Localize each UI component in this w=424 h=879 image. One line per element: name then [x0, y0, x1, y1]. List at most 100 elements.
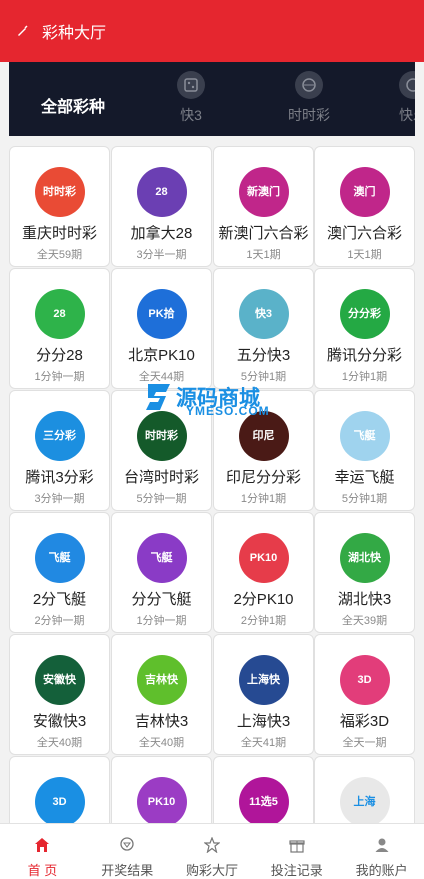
game-card[interactable]: 上海快 上海快3 全天41期 — [213, 634, 314, 755]
game-card[interactable]: 吉林快吉林快3 全天40期 — [111, 634, 212, 755]
home-icon — [33, 836, 51, 854]
nav-label: 购彩大厅 — [185, 863, 238, 878]
watermark-sub: YMESO.COM — [186, 404, 270, 418]
game-card[interactable]: 三分彩腾讯3分彩 3分钟一期 — [9, 390, 110, 511]
game-logo-icon: 新澳门 — [238, 167, 289, 217]
tab-label: 时时彩 — [288, 107, 330, 123]
nav-label: 投注记录 — [270, 863, 323, 878]
user-icon — [373, 836, 391, 854]
nav-label: 我的账户 — [355, 863, 408, 878]
page-title: 彩种大厅 — [42, 25, 107, 42]
tab-k3[interactable]: 快3 — [161, 71, 221, 125]
dice-icon — [177, 71, 205, 99]
game-logo-icon: 吉林快 — [136, 655, 187, 705]
ball-icon — [399, 71, 415, 99]
game-card[interactable]: PK10 2分PK10 2分钟1期 — [213, 512, 314, 633]
game-period: 1分钟1期 — [240, 493, 287, 505]
game-name: 澳门六合彩 — [326, 225, 402, 242]
game-name: 安徽快3 — [32, 713, 87, 730]
game-card[interactable]: 28 加拿大28 3分半一期 — [111, 146, 212, 267]
game-card[interactable]: 3D 福彩3D 全天一期 — [314, 634, 415, 755]
brush-icon[interactable] — [14, 23, 30, 39]
game-card[interactable]: 时时彩 重庆时时彩 全天59期 — [9, 146, 110, 267]
nav-label: 开奖结果 — [101, 863, 154, 878]
star-icon — [203, 836, 221, 854]
game-name: 台湾时时彩 — [123, 469, 199, 486]
game-period: 5分钟一期 — [136, 493, 187, 505]
game-period: 2分钟1期 — [240, 615, 287, 627]
ball-icon — [295, 71, 323, 99]
game-period: 全天40期 — [138, 737, 185, 749]
game-name: 幸运飞艇 — [334, 469, 395, 486]
game-name: 重庆时时彩 — [21, 225, 97, 242]
nav-results[interactable]: 开奖结果 — [85, 824, 170, 879]
game-period: 3分钟一期 — [34, 493, 85, 505]
tab-all-games[interactable]: 全部彩种 — [41, 93, 105, 117]
tab-label: 快乐 — [399, 107, 415, 123]
gift-icon — [288, 836, 306, 854]
game-card[interactable]: 飞艇 2分飞艇 2分钟一期 — [9, 512, 110, 633]
game-card[interactable]: 28 分分28 1分钟一期 — [9, 268, 110, 389]
game-logo-icon: 飞艇 — [136, 533, 187, 583]
game-logo-icon: PK10 — [136, 777, 187, 827]
game-logo-icon: 时时彩 — [34, 167, 85, 217]
game-period: 2分钟一期 — [34, 615, 85, 627]
game-card[interactable]: 飞艇幸运飞艇 5分钟1期 — [314, 390, 415, 511]
game-card[interactable]: 安徽快安徽快3 全天40期 — [9, 634, 110, 755]
game-logo-icon: 印尼 — [238, 411, 289, 461]
app-header: 彩种大厅 — [0, 0, 424, 62]
game-period: 3分半一期 — [136, 249, 187, 261]
game-card[interactable]: 快3 五分快3 5分钟1期 — [213, 268, 314, 389]
game-logo-icon: 28 — [34, 289, 85, 339]
game-name: 吉林快3 — [134, 713, 189, 730]
game-period: 全天一期 — [342, 737, 387, 749]
game-logo-icon: 飞艇 — [339, 411, 390, 461]
game-card[interactable]: 澳门 澳门六合彩 1天1期 — [314, 146, 415, 267]
game-logo-icon: 时时彩 — [136, 411, 187, 461]
tab-label: 快3 — [180, 107, 202, 123]
game-name: 新澳门六合彩 — [218, 225, 309, 242]
watermark: 源码商城 YMESO.COM — [142, 380, 269, 418]
game-logo-icon: 28 — [136, 167, 187, 217]
game-logo-icon: 3D — [34, 777, 85, 827]
game-logo-icon: 分分彩 — [339, 289, 390, 339]
game-name: 上海快3 — [236, 713, 291, 730]
game-logo-icon: 上海 — [339, 777, 390, 827]
game-logo-icon: 三分彩 — [34, 411, 85, 461]
game-logo-icon: 湖北快 — [339, 533, 390, 583]
game-logo-icon: 上海快 — [238, 655, 289, 705]
game-name: 腾讯分分彩 — [326, 347, 402, 364]
nav-lobby[interactable]: 购彩大厅 — [170, 824, 255, 879]
category-tabs: 全部彩种 快3 时时彩 快乐 — [9, 62, 415, 136]
game-period: 1天1期 — [347, 249, 382, 261]
game-period: 1分钟一期 — [34, 371, 85, 383]
game-name: 腾讯3分彩 — [25, 469, 94, 486]
game-period: 1分钟一期 — [136, 615, 187, 627]
game-logo-icon: 安徽快 — [34, 655, 85, 705]
game-logo-icon: 11选5 — [238, 777, 289, 827]
game-card[interactable]: PK拾 北京PK10 全天44期 — [111, 268, 212, 389]
nav-label: 首 页 — [27, 863, 58, 878]
game-period: 全天40期 — [36, 737, 83, 749]
nav-home[interactable]: 首 页 — [0, 824, 85, 879]
game-card[interactable]: 湖北快 湖北快3 全天39期 — [314, 512, 415, 633]
nav-account[interactable]: 我的账户 — [339, 824, 424, 879]
game-logo-icon: PK拾 — [136, 289, 187, 339]
game-card[interactable]: 飞艇 分分飞艇 1分钟一期 — [111, 512, 212, 633]
game-period: 5分钟1期 — [341, 493, 388, 505]
game-name: 湖北快3 — [337, 591, 392, 608]
game-card[interactable]: 分分彩 腾讯分分彩 1分钟1期 — [314, 268, 415, 389]
game-name: 五分快3 — [236, 347, 291, 364]
game-name: 2分飞艇 — [32, 591, 87, 608]
brand-logo-icon — [146, 384, 170, 410]
game-name: 印尼分分彩 — [225, 469, 301, 486]
tab-ssc[interactable]: 时时彩 — [279, 71, 339, 125]
game-card[interactable]: 新澳门 新澳门六合彩 1天1期 — [213, 146, 314, 267]
game-logo-icon: 快3 — [238, 289, 289, 339]
game-name: 分分28 — [36, 347, 83, 364]
nav-bets[interactable]: 投注记录 — [254, 824, 339, 879]
game-name: 北京PK10 — [128, 347, 195, 364]
tab-kl[interactable]: 快乐 — [383, 71, 415, 125]
game-logo-icon: 飞艇 — [34, 533, 85, 583]
game-name: 2分PK10 — [233, 591, 294, 608]
